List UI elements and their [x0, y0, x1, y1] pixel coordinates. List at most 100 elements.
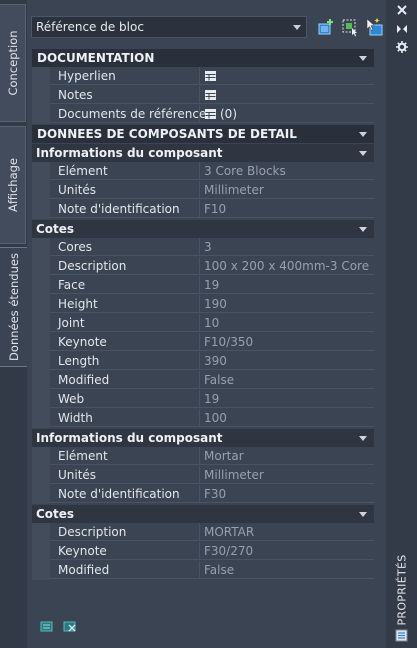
subcategory-header[interactable]: Cotes	[32, 504, 374, 523]
tab-donnees-etendues[interactable]: Données étendues	[0, 247, 28, 367]
tab-conception[interactable]: Conception	[0, 4, 26, 122]
select-objects-icon[interactable]	[340, 17, 360, 37]
property-name-cell: Modified	[50, 371, 200, 389]
properties-menu-icon[interactable]	[396, 41, 408, 53]
property-value: Millimeter	[204, 468, 264, 482]
property-value-cell[interactable]: F30	[200, 485, 374, 503]
property-row[interactable]: Width 100	[32, 409, 374, 428]
property-value-cell[interactable]: 3	[200, 238, 374, 256]
property-row[interactable]: Modified False	[32, 371, 374, 390]
property-row[interactable]: Notes	[32, 86, 374, 105]
properties-panel: Référence de bloc DOCUMENTATION Hyperlien…	[27, 10, 384, 638]
property-row[interactable]: Elément 3 Core Blocks	[32, 162, 374, 181]
chevron-down-icon[interactable]	[359, 227, 367, 232]
property-name-cell: Note d'identification	[50, 200, 200, 218]
property-row[interactable]: Height 190	[32, 295, 374, 314]
row-gutter	[32, 86, 50, 105]
table-icon[interactable]	[205, 90, 216, 100]
property-value-cell[interactable]: 100	[200, 409, 374, 427]
property-row[interactable]: Modified False	[32, 561, 374, 580]
property-label: Cores	[58, 240, 93, 254]
property-value-cell[interactable]: 19	[200, 276, 374, 294]
property-row[interactable]: Cores 3	[32, 238, 374, 257]
quick-select-icon[interactable]	[316, 17, 336, 37]
property-row[interactable]: Keynote F10/350	[32, 333, 374, 352]
property-value: 390	[204, 354, 227, 368]
property-value-cell[interactable]: Millimeter	[200, 466, 374, 484]
property-row[interactable]: Joint 10	[32, 314, 374, 333]
toggle-pickadd-icon[interactable]	[364, 17, 384, 37]
chevron-down-icon[interactable]	[359, 436, 367, 441]
subcategory-header[interactable]: Cotes	[32, 219, 374, 238]
add-data-icon[interactable]	[40, 619, 54, 633]
object-type-select[interactable]: Référence de bloc	[31, 16, 307, 38]
row-gutter	[32, 67, 50, 86]
property-value-cell[interactable]: MORTAR	[200, 523, 374, 541]
property-value-cell[interactable]: F30/270	[200, 542, 374, 560]
property-row[interactable]: Description 100 x 200 x 400mm-3 Core	[32, 257, 374, 276]
property-value-cell[interactable]: Millimeter	[200, 181, 374, 199]
property-value-cell[interactable]: 390	[200, 352, 374, 370]
chevron-down-icon[interactable]	[359, 56, 367, 61]
property-row[interactable]: Web 19	[32, 390, 374, 409]
property-label: Keynote	[58, 335, 107, 349]
property-row[interactable]: Unités Millimeter	[32, 466, 374, 485]
property-value: 3 Core Blocks	[204, 164, 286, 178]
property-value-cell[interactable]: F10/350	[200, 333, 374, 351]
category-detail-components[interactable]: DONNEES DE COMPOSANTS DE DETAIL	[32, 124, 374, 143]
chevron-down-icon[interactable]	[359, 151, 367, 156]
auto-hide-icon[interactable]	[396, 23, 408, 35]
section-title: DONNEES DE COMPOSANTS DE DETAIL	[37, 127, 297, 141]
property-value-cell[interactable]	[200, 86, 374, 104]
close-icon[interactable]	[396, 4, 408, 16]
palette-icon	[395, 629, 408, 642]
row-gutter	[32, 523, 50, 542]
subcategory-header[interactable]: Informations du composant	[32, 428, 374, 447]
property-value: 100	[204, 411, 227, 425]
property-value-cell[interactable]: False	[200, 371, 374, 389]
property-row[interactable]: Note d'identification F30	[32, 485, 374, 504]
chevron-down-icon[interactable]	[359, 512, 367, 517]
tab-affichage[interactable]: Affichage	[0, 126, 26, 244]
property-row[interactable]: Face 19	[32, 276, 374, 295]
property-value-cell[interactable]: 3 Core Blocks	[200, 162, 374, 180]
property-row[interactable]: Hyperlien	[32, 67, 374, 86]
property-value-cell[interactable]: 100 x 200 x 400mm-3 Core	[200, 257, 374, 275]
category-documentation[interactable]: DOCUMENTATION	[32, 48, 374, 67]
property-value: 3	[204, 240, 212, 254]
row-gutter	[32, 561, 50, 580]
property-label: Note d'identification	[58, 487, 180, 501]
property-row[interactable]: Keynote F30/270	[32, 542, 374, 561]
row-gutter	[32, 238, 50, 257]
property-value-cell[interactable]	[200, 67, 374, 85]
property-value-cell[interactable]: 10	[200, 314, 374, 332]
property-row[interactable]: Description MORTAR	[32, 523, 374, 542]
table-icon[interactable]	[205, 71, 216, 81]
remove-data-icon[interactable]	[63, 619, 77, 633]
property-name-cell: Keynote	[50, 542, 200, 560]
row-gutter	[32, 352, 50, 371]
subcategory-header[interactable]: Informations du composant	[32, 143, 374, 162]
property-name-cell: Description	[50, 257, 200, 275]
property-grid: DOCUMENTATION Hyperlien Notes Documents de …	[32, 48, 374, 580]
property-value-cell[interactable]: 190	[200, 295, 374, 313]
property-row[interactable]: Elément Mortar	[32, 447, 374, 466]
property-value-cell[interactable]: F10	[200, 200, 374, 218]
table-icon[interactable]	[205, 109, 216, 119]
property-name-cell: Elément	[50, 447, 200, 465]
property-row[interactable]: Unités Millimeter	[32, 181, 374, 200]
property-label: Unités	[58, 468, 97, 482]
property-value-cell[interactable]: False	[200, 561, 374, 579]
property-row[interactable]: Note d'identification F10	[32, 200, 374, 219]
row-gutter	[32, 390, 50, 409]
row-gutter	[32, 333, 50, 352]
property-row[interactable]: Documents de référence (0)	[32, 105, 374, 124]
property-row[interactable]: Length 390	[32, 352, 374, 371]
chevron-down-icon[interactable]	[359, 132, 367, 137]
object-type-value: Référence de bloc	[36, 20, 144, 34]
property-value-cell[interactable]: Mortar	[200, 447, 374, 465]
property-value-cell[interactable]: (0)	[200, 105, 374, 123]
property-value-cell[interactable]: 19	[200, 390, 374, 408]
property-label: Notes	[58, 88, 93, 102]
property-name-cell: Note d'identification	[50, 485, 200, 503]
